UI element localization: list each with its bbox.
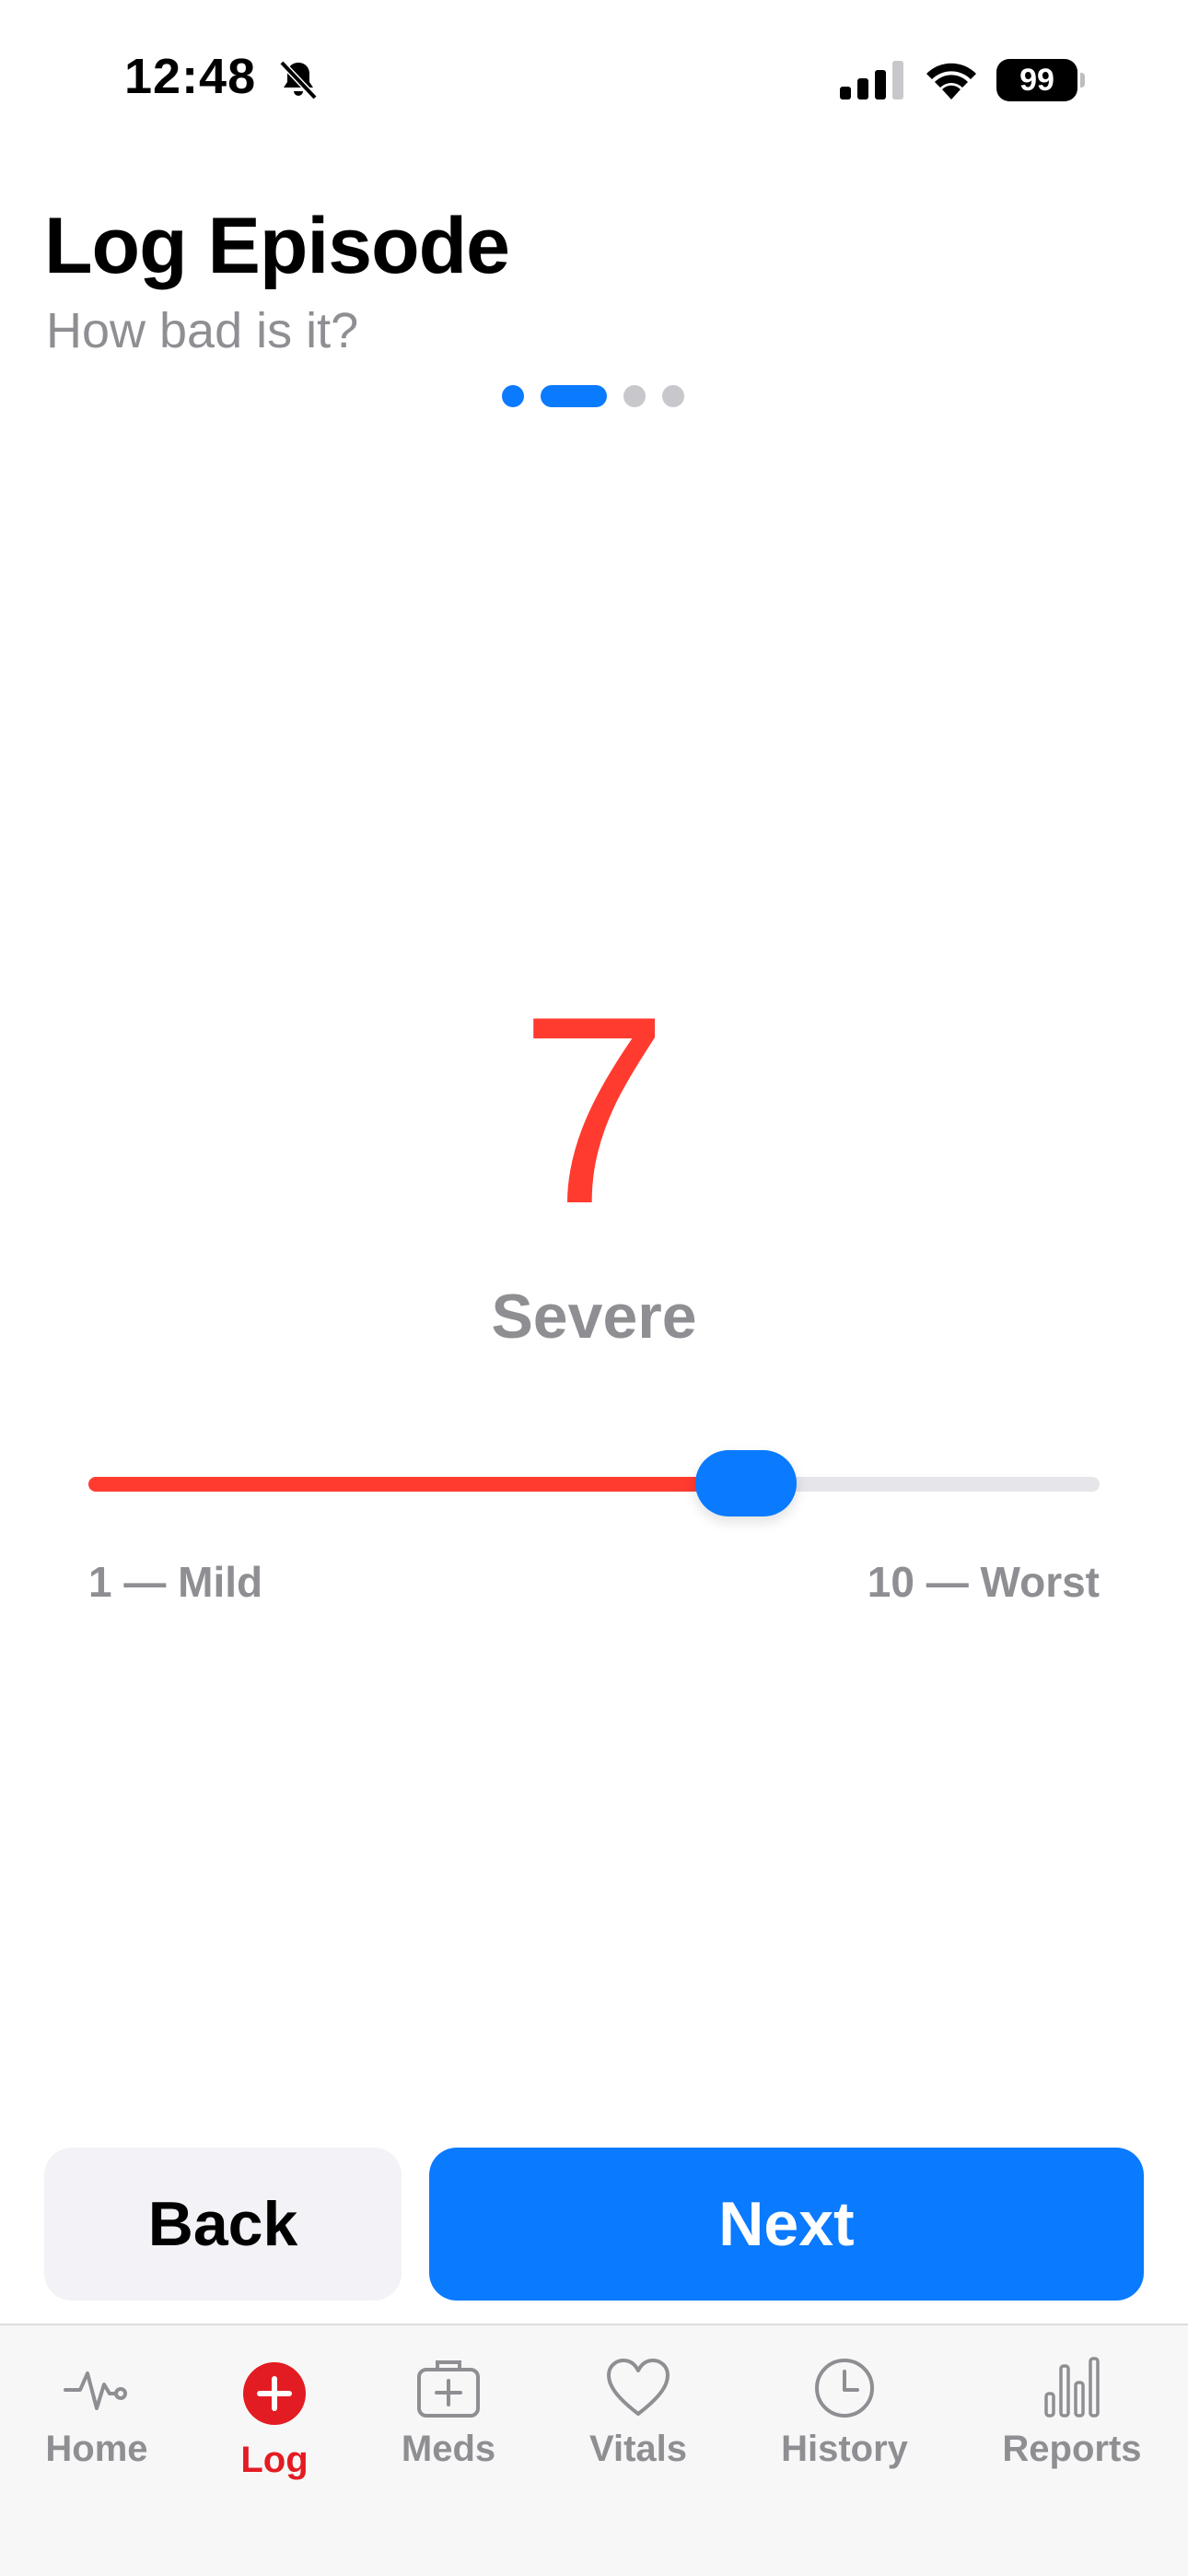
log-episode-screen: 12:48 99 Log Episode How bad is it? 7 Se…: [0, 0, 1188, 2576]
step-dot-4: [662, 385, 684, 407]
next-button[interactable]: Next: [429, 2148, 1144, 2301]
step-dot-1: [502, 385, 524, 407]
tab-bar: Home Log Meds Vitals History Reports: [0, 2324, 1188, 2576]
status-bar: 12:48 99: [0, 0, 1188, 157]
step-dot-3: [623, 385, 646, 407]
status-time: 12:48: [124, 49, 257, 104]
slider-fill: [88, 1477, 746, 1492]
page-subtitle: How bad is it?: [46, 303, 359, 358]
slider-thumb[interactable]: [695, 1450, 797, 1516]
tab-label-history: History: [781, 2429, 908, 2469]
tab-label-meds: Meds: [401, 2429, 496, 2469]
cellular-signal-icon: [840, 61, 903, 100]
step-indicator: [502, 385, 686, 407]
plus-circle-icon: [243, 2362, 306, 2425]
severity-label: Severe: [491, 1282, 697, 1352]
clock-icon: [815, 2359, 874, 2418]
heartbeat-icon: [64, 2371, 127, 2410]
heart-icon: [607, 2359, 670, 2416]
battery-icon: 99: [996, 59, 1085, 101]
bar-chart-icon: [1044, 2357, 1100, 2418]
battery-cap: [1080, 73, 1085, 88]
wifi-icon: [926, 63, 976, 100]
battery-level: 99: [996, 59, 1077, 101]
slider-min-label: 1 — Mild: [88, 1558, 263, 1606]
tab-label-reports: Reports: [1002, 2429, 1142, 2469]
tab-label-vitals: Vitals: [589, 2429, 687, 2469]
medkit-icon: [417, 2360, 480, 2418]
bell-slash-icon: [279, 60, 318, 100]
page-title: Log Episode: [44, 202, 510, 290]
slider-max-label: 10 — Worst: [867, 1558, 1100, 1606]
severity-value: 7: [519, 961, 669, 1259]
back-button[interactable]: Back: [44, 2148, 402, 2301]
step-dot-2-current: [541, 385, 607, 407]
severity-slider[interactable]: [88, 1446, 1100, 1520]
